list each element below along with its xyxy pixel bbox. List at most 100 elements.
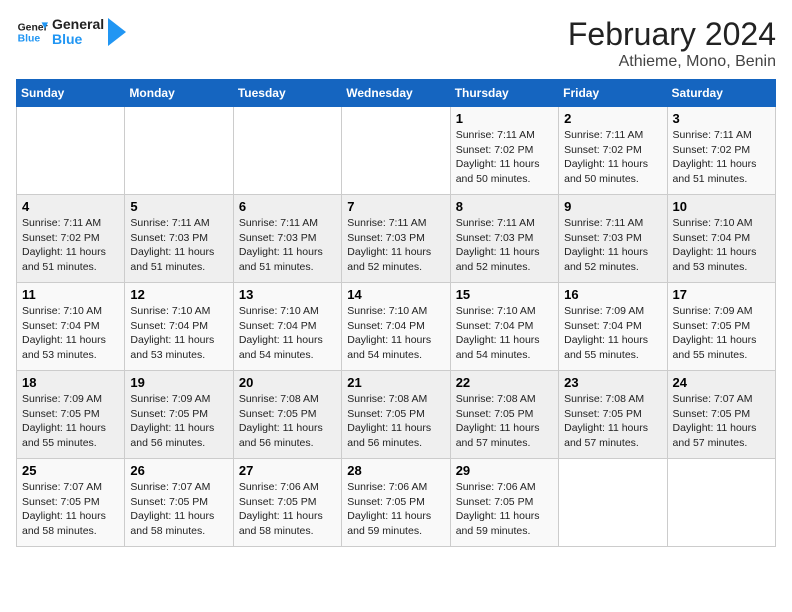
day-info: Sunrise: 7:06 AMSunset: 7:05 PMDaylight:… [239,481,323,537]
day-info: Sunrise: 7:10 AMSunset: 7:04 PMDaylight:… [130,305,214,361]
day-info: Sunrise: 7:11 AMSunset: 7:03 PMDaylight:… [239,217,323,273]
day-info: Sunrise: 7:10 AMSunset: 7:04 PMDaylight:… [239,305,323,361]
logo: General Blue General Blue [16,16,126,48]
day-info: Sunrise: 7:10 AMSunset: 7:04 PMDaylight:… [22,305,106,361]
day-info: Sunrise: 7:08 AMSunset: 7:05 PMDaylight:… [239,393,323,449]
day-number: 7 [347,199,444,214]
calendar-cell [233,107,341,195]
calendar-cell: 1 Sunrise: 7:11 AMSunset: 7:02 PMDayligh… [450,107,558,195]
day-number: 10 [673,199,770,214]
day-number: 19 [130,375,227,390]
calendar-cell [559,459,667,547]
calendar-cell: 8 Sunrise: 7:11 AMSunset: 7:03 PMDayligh… [450,195,558,283]
day-info: Sunrise: 7:09 AMSunset: 7:05 PMDaylight:… [22,393,106,449]
day-number: 5 [130,199,227,214]
calendar-cell: 18 Sunrise: 7:09 AMSunset: 7:05 PMDaylig… [17,371,125,459]
weekday-header-friday: Friday [559,80,667,107]
logo-blue: Blue [52,32,104,47]
weekday-header-tuesday: Tuesday [233,80,341,107]
calendar-cell: 28 Sunrise: 7:06 AMSunset: 7:05 PMDaylig… [342,459,450,547]
day-number: 22 [456,375,553,390]
calendar-cell: 5 Sunrise: 7:11 AMSunset: 7:03 PMDayligh… [125,195,233,283]
calendar-cell: 12 Sunrise: 7:10 AMSunset: 7:04 PMDaylig… [125,283,233,371]
calendar-cell: 7 Sunrise: 7:11 AMSunset: 7:03 PMDayligh… [342,195,450,283]
day-info: Sunrise: 7:11 AMSunset: 7:02 PMDaylight:… [456,129,540,185]
calendar-cell: 26 Sunrise: 7:07 AMSunset: 7:05 PMDaylig… [125,459,233,547]
day-number: 13 [239,287,336,302]
calendar-table: SundayMondayTuesdayWednesdayThursdayFrid… [16,79,776,547]
calendar-cell: 10 Sunrise: 7:10 AMSunset: 7:04 PMDaylig… [667,195,775,283]
title-area: February 2024 Athieme, Mono, Benin [568,16,776,71]
header: General Blue General Blue February 2024 … [16,16,776,71]
day-number: 28 [347,463,444,478]
calendar-cell: 23 Sunrise: 7:08 AMSunset: 7:05 PMDaylig… [559,371,667,459]
calendar-cell: 16 Sunrise: 7:09 AMSunset: 7:04 PMDaylig… [559,283,667,371]
calendar-week-2: 4 Sunrise: 7:11 AMSunset: 7:02 PMDayligh… [17,195,776,283]
day-number: 8 [456,199,553,214]
calendar-cell: 9 Sunrise: 7:11 AMSunset: 7:03 PMDayligh… [559,195,667,283]
weekday-header-monday: Monday [125,80,233,107]
calendar-cell: 22 Sunrise: 7:08 AMSunset: 7:05 PMDaylig… [450,371,558,459]
day-info: Sunrise: 7:10 AMSunset: 7:04 PMDaylight:… [347,305,431,361]
calendar-cell: 17 Sunrise: 7:09 AMSunset: 7:05 PMDaylig… [667,283,775,371]
calendar-cell: 14 Sunrise: 7:10 AMSunset: 7:04 PMDaylig… [342,283,450,371]
day-number: 1 [456,111,553,126]
calendar-cell: 15 Sunrise: 7:10 AMSunset: 7:04 PMDaylig… [450,283,558,371]
day-number: 27 [239,463,336,478]
day-number: 20 [239,375,336,390]
calendar-cell: 4 Sunrise: 7:11 AMSunset: 7:02 PMDayligh… [17,195,125,283]
day-number: 18 [22,375,119,390]
calendar-cell: 20 Sunrise: 7:08 AMSunset: 7:05 PMDaylig… [233,371,341,459]
day-number: 3 [673,111,770,126]
day-info: Sunrise: 7:11 AMSunset: 7:03 PMDaylight:… [347,217,431,273]
day-number: 6 [239,199,336,214]
day-info: Sunrise: 7:06 AMSunset: 7:05 PMDaylight:… [456,481,540,537]
logo-icon: General Blue [16,16,48,48]
calendar-week-5: 25 Sunrise: 7:07 AMSunset: 7:05 PMDaylig… [17,459,776,547]
day-info: Sunrise: 7:11 AMSunset: 7:02 PMDaylight:… [673,129,757,185]
day-info: Sunrise: 7:07 AMSunset: 7:05 PMDaylight:… [130,481,214,537]
day-number: 25 [22,463,119,478]
calendar-week-3: 11 Sunrise: 7:10 AMSunset: 7:04 PMDaylig… [17,283,776,371]
calendar-cell: 24 Sunrise: 7:07 AMSunset: 7:05 PMDaylig… [667,371,775,459]
day-number: 26 [130,463,227,478]
day-number: 29 [456,463,553,478]
calendar-cell: 11 Sunrise: 7:10 AMSunset: 7:04 PMDaylig… [17,283,125,371]
day-number: 14 [347,287,444,302]
day-number: 12 [130,287,227,302]
day-info: Sunrise: 7:11 AMSunset: 7:02 PMDaylight:… [564,129,648,185]
calendar-cell: 21 Sunrise: 7:08 AMSunset: 7:05 PMDaylig… [342,371,450,459]
calendar-header: SundayMondayTuesdayWednesdayThursdayFrid… [17,80,776,107]
day-info: Sunrise: 7:11 AMSunset: 7:03 PMDaylight:… [130,217,214,273]
day-info: Sunrise: 7:08 AMSunset: 7:05 PMDaylight:… [456,393,540,449]
calendar-cell: 29 Sunrise: 7:06 AMSunset: 7:05 PMDaylig… [450,459,558,547]
day-info: Sunrise: 7:09 AMSunset: 7:04 PMDaylight:… [564,305,648,361]
calendar-week-1: 1 Sunrise: 7:11 AMSunset: 7:02 PMDayligh… [17,107,776,195]
calendar-cell: 19 Sunrise: 7:09 AMSunset: 7:05 PMDaylig… [125,371,233,459]
day-info: Sunrise: 7:09 AMSunset: 7:05 PMDaylight:… [673,305,757,361]
calendar-body: 1 Sunrise: 7:11 AMSunset: 7:02 PMDayligh… [17,107,776,547]
weekday-header-thursday: Thursday [450,80,558,107]
calendar-title: February 2024 [568,16,776,53]
logo-arrow-icon [108,18,126,46]
calendar-subtitle: Athieme, Mono, Benin [568,53,776,71]
day-number: 16 [564,287,661,302]
day-info: Sunrise: 7:08 AMSunset: 7:05 PMDaylight:… [564,393,648,449]
calendar-week-4: 18 Sunrise: 7:09 AMSunset: 7:05 PMDaylig… [17,371,776,459]
calendar-cell [17,107,125,195]
weekday-header-sunday: Sunday [17,80,125,107]
weekday-header-saturday: Saturday [667,80,775,107]
day-info: Sunrise: 7:11 AMSunset: 7:02 PMDaylight:… [22,217,106,273]
calendar-cell [125,107,233,195]
day-info: Sunrise: 7:11 AMSunset: 7:03 PMDaylight:… [564,217,648,273]
weekday-header-row: SundayMondayTuesdayWednesdayThursdayFrid… [17,80,776,107]
day-info: Sunrise: 7:06 AMSunset: 7:05 PMDaylight:… [347,481,431,537]
day-info: Sunrise: 7:07 AMSunset: 7:05 PMDaylight:… [673,393,757,449]
logo-general: General [52,17,104,32]
day-info: Sunrise: 7:08 AMSunset: 7:05 PMDaylight:… [347,393,431,449]
day-number: 21 [347,375,444,390]
calendar-cell: 6 Sunrise: 7:11 AMSunset: 7:03 PMDayligh… [233,195,341,283]
calendar-cell: 25 Sunrise: 7:07 AMSunset: 7:05 PMDaylig… [17,459,125,547]
day-info: Sunrise: 7:11 AMSunset: 7:03 PMDaylight:… [456,217,540,273]
day-info: Sunrise: 7:09 AMSunset: 7:05 PMDaylight:… [130,393,214,449]
